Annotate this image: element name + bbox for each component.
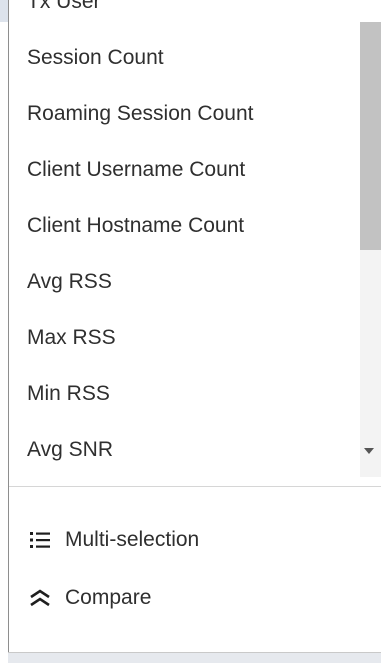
list-item[interactable]: Avg SNR: [9, 422, 359, 478]
multi-selection-label: Multi-selection: [65, 528, 200, 551]
list-item[interactable]: Roaming Session Count: [9, 86, 359, 142]
compare-label: Compare: [65, 586, 152, 609]
footer-strip: [8, 652, 381, 663]
list-item[interactable]: Client Username Count: [9, 142, 359, 198]
compare-icon: [29, 587, 51, 609]
metric-list: Tx User Session Count Roaming Session Co…: [9, 0, 359, 478]
list-item[interactable]: Min RSS: [9, 366, 359, 422]
list-item[interactable]: Session Count: [9, 30, 359, 86]
scrollbar-thumb[interactable]: [360, 22, 381, 250]
metric-dropdown-menu: Tx User Session Count Roaming Session Co…: [8, 0, 381, 663]
list-icon: [29, 529, 51, 551]
list-item[interactable]: Max RSS: [9, 310, 359, 366]
menu-divider: [9, 486, 381, 487]
list-item[interactable]: Tx User: [9, 0, 359, 30]
list-item[interactable]: Client Hostname Count: [9, 198, 359, 254]
list-item[interactable]: Avg RSS: [9, 254, 359, 310]
multi-selection-button[interactable]: Multi-selection: [29, 520, 199, 560]
metric-list-viewport: Tx User Session Count Roaming Session Co…: [9, 0, 381, 480]
scroll-down-arrow-icon[interactable]: [364, 448, 374, 454]
compare-button[interactable]: Compare: [29, 578, 151, 618]
